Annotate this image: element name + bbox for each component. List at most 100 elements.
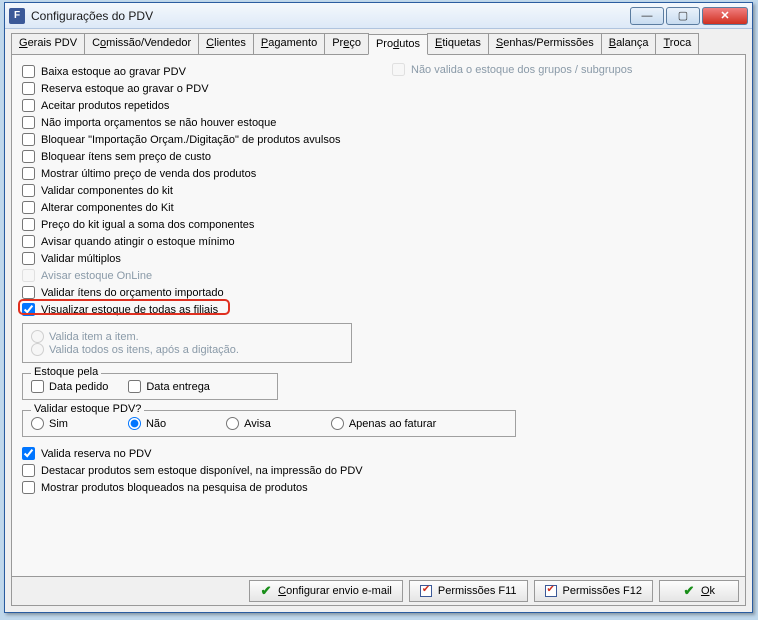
configurar-email-button[interactable]: ✔ Configurar envio e-mail: [249, 580, 403, 602]
permissions-icon: [420, 585, 432, 597]
checkbox-input[interactable]: [22, 464, 35, 477]
titlebar: F Configurações do PDV — ▢ ✕: [5, 3, 752, 29]
checkbox-row[interactable]: Reserva estoque ao gravar o PDV: [22, 80, 735, 97]
checkbox-row: Avisar estoque OnLine: [22, 267, 735, 284]
window-buttons: — ▢ ✕: [628, 7, 748, 25]
checkbox-label: Validar componentes do kit: [41, 185, 173, 197]
tab-strip: Gerais PDVComissão/VendedorClientesPagam…: [5, 29, 752, 54]
radio-label: Não: [146, 418, 166, 430]
checkbox-input[interactable]: [22, 218, 35, 231]
tab-senhas-permiss-es[interactable]: Senhas/Permissões: [488, 33, 602, 54]
tab-etiquetas[interactable]: Etiquetas: [427, 33, 489, 54]
checkbox-label: Validar ítens do orçamento importado: [41, 287, 224, 299]
radio-label: Sim: [49, 418, 68, 430]
checkbox-input[interactable]: [22, 116, 35, 129]
checkbox-row[interactable]: Destacar produtos sem estoque disponível…: [22, 462, 735, 479]
button-label: Permissões F11: [438, 585, 517, 597]
app-icon: F: [9, 8, 25, 24]
check-icon: ✔: [683, 585, 695, 597]
check-icon: ✔: [260, 585, 272, 597]
checkbox-row[interactable]: Mostrar produtos bloqueados na pesquisa …: [22, 479, 735, 496]
checkbox-label: Mostrar último preço de venda dos produt…: [41, 168, 256, 180]
config-window: F Configurações do PDV — ▢ ✕ Gerais PDVC…: [4, 2, 753, 613]
checkbox-data-pedido[interactable]: Data pedido: [31, 380, 108, 393]
checkbox-input[interactable]: [22, 65, 35, 78]
checkbox-row[interactable]: Avisar quando atingir o estoque mínimo: [22, 233, 735, 250]
radio-input[interactable]: [331, 417, 344, 430]
checkbox-label: Destacar produtos sem estoque disponível…: [41, 465, 363, 477]
checkbox-input[interactable]: [22, 447, 35, 460]
checkbox-label: Valida reserva no PDV: [41, 448, 151, 460]
radio-input[interactable]: [128, 417, 141, 430]
checkbox-row[interactable]: Não importa orçamentos se não houver est…: [22, 114, 735, 131]
checkbox-row[interactable]: Aceitar produtos repetidos: [22, 97, 735, 114]
checkbox-row[interactable]: Validar componentes do kit: [22, 182, 735, 199]
checkbox-row[interactable]: Mostrar último preço de venda dos produt…: [22, 165, 735, 182]
tab-troca[interactable]: Troca: [655, 33, 699, 54]
checkbox-input[interactable]: [31, 380, 44, 393]
right-checkbox-row: Não valida o estoque dos grupos / subgru…: [392, 63, 632, 76]
checkbox-label: Alterar componentes do Kit: [41, 202, 174, 214]
tab-gerais-pdv[interactable]: Gerais PDV: [11, 33, 85, 54]
checkbox-row[interactable]: Preço do kit igual a soma dos componente…: [22, 216, 735, 233]
checkbox-label: Avisar quando atingir o estoque mínimo: [41, 236, 235, 248]
checkbox-row[interactable]: Validar múltiplos: [22, 250, 735, 267]
checkbox-label: Validar múltiplos: [41, 253, 121, 265]
estoque-pela-group: Estoque pela Data pedido Data entrega: [22, 373, 278, 400]
tab-balan-a[interactable]: Balança: [601, 33, 657, 54]
checkbox-input[interactable]: [128, 380, 141, 393]
bottom-checkbox-column: Valida reserva no PDV Destacar produtos s…: [22, 445, 735, 496]
minimize-button[interactable]: —: [630, 7, 664, 25]
checkbox-input[interactable]: [22, 201, 35, 214]
radio-label: Valida item a item.: [49, 331, 139, 343]
permissoes-f12-button[interactable]: Permissões F12: [534, 580, 653, 602]
checkbox-label: Não valida o estoque dos grupos / subgru…: [411, 64, 632, 76]
radio-input[interactable]: [31, 417, 44, 430]
left-checkbox-column: Baixa estoque ao gravar PDVReserva estoq…: [22, 63, 735, 319]
group-legend: Validar estoque PDV?: [31, 403, 144, 415]
button-bar: ✔ Configurar envio e-mail Permissões F11…: [11, 576, 746, 606]
checkbox-input[interactable]: [22, 99, 35, 112]
button-label: Ok: [701, 585, 715, 597]
checkbox-input[interactable]: [22, 252, 35, 265]
checkbox-input[interactable]: [22, 184, 35, 197]
tab-comiss-o-vendedor[interactable]: Comissão/Vendedor: [84, 33, 199, 54]
checkbox-data-entrega[interactable]: Data entrega: [128, 380, 210, 393]
checkbox-input[interactable]: [22, 150, 35, 163]
checkbox-label: Data pedido: [49, 381, 108, 393]
radio-apenas-ao-faturar[interactable]: Apenas ao faturar: [331, 417, 436, 430]
checkbox-input: [22, 269, 35, 282]
highlight-box: [18, 299, 230, 315]
checkbox-row[interactable]: Bloquear ítens sem preço de custo: [22, 148, 735, 165]
tab-clientes[interactable]: Clientes: [198, 33, 254, 54]
radio-n-o[interactable]: Não: [128, 417, 166, 430]
checkbox-input[interactable]: [22, 481, 35, 494]
permissoes-f11-button[interactable]: Permissões F11: [409, 580, 528, 602]
valida-itens-group: Valida item a item. Valida todos os iten…: [22, 323, 352, 363]
tab-produtos[interactable]: Produtos: [368, 34, 428, 55]
checkbox-row[interactable]: Valida reserva no PDV: [22, 445, 735, 462]
radio-avisa[interactable]: Avisa: [226, 417, 271, 430]
permissions-icon: [545, 585, 557, 597]
checkbox-input[interactable]: [22, 167, 35, 180]
checkbox-label: Reserva estoque ao gravar o PDV: [41, 83, 209, 95]
radio-sim[interactable]: Sim: [31, 417, 68, 430]
radio-label: Apenas ao faturar: [349, 418, 436, 430]
checkbox-input[interactable]: [22, 133, 35, 146]
radio-row: Sim Não Avisa Apenas ao faturar: [31, 417, 507, 430]
button-label: Permissões F12: [563, 585, 642, 597]
close-button[interactable]: ✕: [702, 7, 748, 25]
radio-valida-todos: Valida todos os itens, após a digitação.: [31, 343, 343, 356]
tab-pagamento[interactable]: Pagamento: [253, 33, 325, 54]
maximize-button[interactable]: ▢: [666, 7, 700, 25]
radio-input[interactable]: [226, 417, 239, 430]
checkbox-input[interactable]: [22, 286, 35, 299]
checkbox-row[interactable]: Bloquear "Importação Orçam./Digitação" d…: [22, 131, 735, 148]
checkbox-row[interactable]: Alterar componentes do Kit: [22, 199, 735, 216]
ok-button[interactable]: ✔ Ok: [659, 580, 739, 602]
checkbox-input[interactable]: [22, 82, 35, 95]
tab-pre-o[interactable]: Preço: [324, 33, 369, 54]
checkbox-input[interactable]: [22, 235, 35, 248]
tab-panel-produtos: Não valida o estoque dos grupos / subgru…: [11, 54, 746, 599]
radio-label: Valida todos os itens, após a digitação.: [49, 344, 239, 356]
